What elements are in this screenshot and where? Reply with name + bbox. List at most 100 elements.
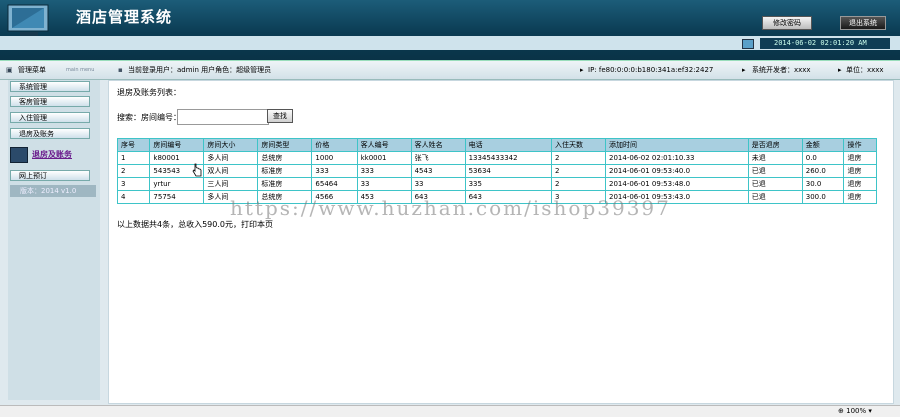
change-password-button[interactable]: 修改密码 — [762, 16, 812, 30]
sidebar-item-system[interactable]: 系统管理 — [10, 81, 90, 92]
current-user-info: 当前登录用户：admin 用户角色：超级管理员 — [128, 66, 272, 74]
table-row: 4 75754 多人间 总统房 4566 453 643 643 3 2014-… — [116, 190, 877, 204]
sidebar: 系统管理 客房管理 入住管理 退房及账务 退房及账务 网上预订 版本：2014 … — [8, 80, 100, 400]
table-cell: 300.0 — [801, 190, 845, 204]
table-cell: 53634 — [464, 164, 553, 178]
col-header: 房间大小 — [203, 138, 259, 152]
table-cell: 2 — [551, 177, 607, 191]
checkout-link[interactable]: 退房 — [843, 177, 877, 191]
arrow-icon: ▸ — [580, 66, 584, 74]
table-row: 3 yrtur 三人间 标准房 65464 33 33 335 2 2014-0… — [116, 177, 877, 191]
zoom-icon: ⊕ — [838, 407, 844, 415]
menu-title: 管理菜单 — [18, 66, 46, 74]
table-cell: 0.0 — [801, 151, 845, 165]
checkout-link[interactable]: 退房 — [843, 164, 877, 178]
hand-cursor-icon — [192, 163, 202, 177]
col-header: 是否退房 — [747, 138, 803, 152]
table-cell: 2 — [116, 164, 151, 178]
user-bullet-icon: ▪ — [118, 66, 123, 74]
arrow-icon: ▸ — [742, 66, 746, 74]
table-cell: 453 — [356, 190, 412, 204]
developer-info: 系统开发者：xxxx — [752, 66, 811, 74]
table-cell: 2014-06-01 09:53:43.0 — [605, 190, 749, 204]
table-cell: 75754 — [149, 190, 205, 204]
table-cell: 4 — [116, 190, 151, 204]
menu-icon: ▣ — [6, 66, 13, 74]
info-bar: ▣ 管理菜单 main menu ▪ 当前登录用户：admin 用户角色：超级管… — [0, 60, 900, 80]
col-header: 序号 — [116, 138, 151, 152]
zoom-level[interactable]: ⊕ 100% ▾ — [838, 406, 872, 417]
table-header-row: 序号 房间编号 房间大小 房间类型 价格 客人编号 客人姓名 电话 入住天数 添… — [116, 138, 877, 152]
table-cell: 3 — [116, 177, 151, 191]
table-cell: 张飞 — [410, 151, 466, 165]
col-header: 房间类型 — [257, 138, 313, 152]
summary-text: 以上数据共4条，总收入590.0元，打印本页 — [117, 220, 273, 229]
app-header: 酒店管理系统 修改密码 退出系统 2014-06-02 02:01:20 AM — [0, 0, 900, 60]
table-cell: 总统房 — [257, 190, 313, 204]
col-header: 金额 — [801, 138, 845, 152]
table-cell: 33 — [356, 177, 412, 191]
table-cell: 333 — [311, 164, 358, 178]
table-cell: 双人间 — [203, 164, 259, 178]
table-cell: 2014-06-01 09:53:48.0 — [605, 177, 749, 191]
logout-button[interactable]: 退出系统 — [840, 16, 886, 30]
table-cell: 30.0 — [801, 177, 845, 191]
checkout-link[interactable]: 退房 — [843, 190, 877, 204]
sidebar-item-rooms[interactable]: 客房管理 — [10, 96, 90, 107]
table-cell: 33 — [410, 177, 466, 191]
col-header: 价格 — [311, 138, 358, 152]
zoom-value: 100% — [846, 407, 867, 415]
menu-subtitle: main menu — [66, 67, 95, 73]
sidebar-item-online-booking[interactable]: 网上预订 — [10, 170, 90, 181]
table-row: 1 k80001 多人间 总统房 1000 kk0001 张飞 13345433… — [116, 151, 877, 165]
sidebar-item-checkout-active[interactable]: 退房及账务 — [10, 146, 96, 164]
table-cell: 643 — [410, 190, 466, 204]
search-label: 搜索：房间编号： — [117, 113, 181, 122]
table-cell: 已退 — [747, 190, 803, 204]
table-row: 2 543543 双人间 标准房 333 333 4543 53634 2 20… — [116, 164, 877, 178]
table-cell: 13345433342 — [464, 151, 553, 165]
app-title: 酒店管理系统 — [76, 8, 173, 26]
table-cell: kk0001 — [356, 151, 412, 165]
table-cell: 2014-06-02 02:01:10.33 — [605, 151, 749, 165]
chevron-down-icon: ▾ — [868, 407, 872, 415]
arrow-icon: ▸ — [838, 66, 842, 74]
col-header: 房间编号 — [149, 138, 205, 152]
table-cell: 3 — [551, 190, 607, 204]
main-panel: 退房及账务列表： 搜索：房间编号： 查找 序号 房间编号 房间大小 房间类型 价… — [108, 80, 894, 404]
table-cell: 已退 — [747, 177, 803, 191]
table-cell: 643 — [464, 190, 553, 204]
sidebar-item-checkout[interactable]: 退房及账务 — [10, 128, 90, 139]
table-cell: 总统房 — [257, 151, 313, 165]
search-input[interactable] — [177, 109, 269, 125]
computer-logo-icon — [7, 4, 49, 36]
unit-info: 单位：xxxx — [846, 66, 884, 74]
table-cell: 4566 — [311, 190, 358, 204]
sidebar-item-label: 退房及账务 — [32, 150, 72, 159]
checkout-icon — [10, 147, 28, 163]
table-cell: 260.0 — [801, 164, 845, 178]
table-cell: yrtur — [149, 177, 205, 191]
table-cell: 2014-06-01 09:53:40.0 — [605, 164, 749, 178]
status-bar: ⊕ 100% ▾ — [0, 405, 900, 417]
page-title: 退房及账务列表： — [117, 88, 181, 97]
monitor-icon — [742, 39, 754, 49]
col-header: 入住天数 — [551, 138, 607, 152]
table-cell: 1 — [116, 151, 151, 165]
table-cell: 333 — [356, 164, 412, 178]
table-cell: 335 — [464, 177, 553, 191]
search-button[interactable]: 查找 — [267, 109, 293, 123]
sidebar-item-checkin[interactable]: 入住管理 — [10, 112, 90, 123]
table-cell: 2 — [551, 151, 607, 165]
table-cell: 未退 — [747, 151, 803, 165]
table-cell: 65464 — [311, 177, 358, 191]
checkout-link[interactable]: 退房 — [843, 151, 877, 165]
col-header: 电话 — [464, 138, 553, 152]
version-label: 版本：2014 v1.0 — [10, 185, 96, 197]
table-cell: 多人间 — [203, 151, 259, 165]
table-cell: 2 — [551, 164, 607, 178]
table-cell: 已退 — [747, 164, 803, 178]
table-cell: 4543 — [410, 164, 466, 178]
checkout-table: 序号 房间编号 房间大小 房间类型 价格 客人编号 客人姓名 电话 入住天数 添… — [116, 138, 877, 204]
table-cell: 1000 — [311, 151, 358, 165]
